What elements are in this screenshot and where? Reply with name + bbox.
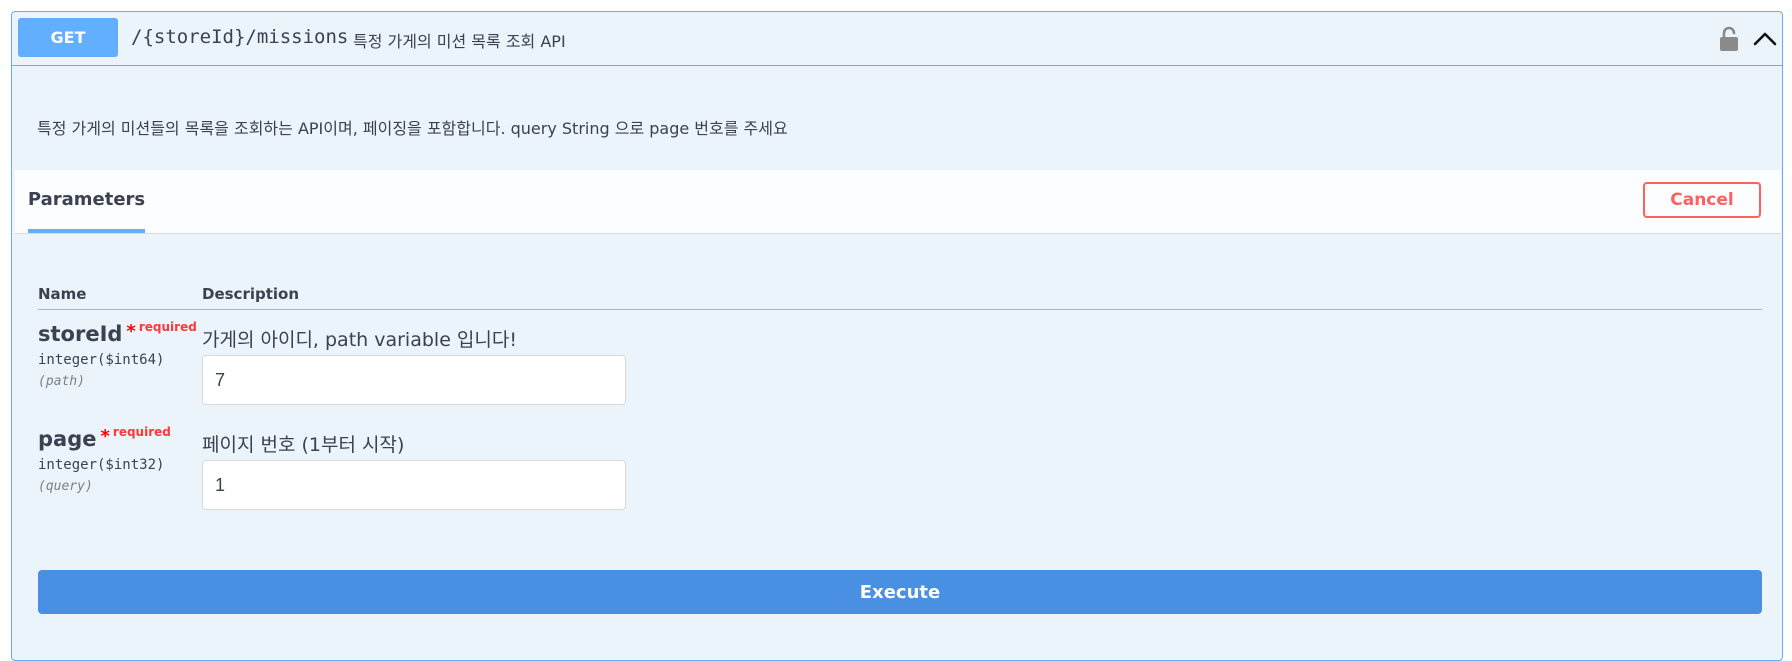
operation-block: GET /{storeId}/missions 특정 가게의 미션 목록 조회 … bbox=[11, 11, 1783, 661]
endpoint-path: /{storeId}/missions bbox=[131, 26, 349, 48]
page-input[interactable] bbox=[202, 460, 626, 510]
chevron-up-icon[interactable] bbox=[1752, 29, 1778, 49]
parameter-type: integer($int32) bbox=[38, 457, 165, 473]
operation-summary-text: 특정 가게의 미션 목록 조회 API bbox=[353, 32, 566, 51]
http-method-badge: GET bbox=[18, 18, 118, 57]
execute-button[interactable]: Execute bbox=[38, 570, 1762, 614]
required-star: * bbox=[100, 426, 110, 447]
parameter-location: (query) bbox=[38, 479, 93, 494]
unlocked-lock-icon[interactable] bbox=[1718, 26, 1740, 52]
parameter-row: page * required integer($int32) (query) bbox=[38, 425, 171, 494]
required-star: * bbox=[126, 321, 136, 342]
storeid-input[interactable] bbox=[202, 355, 626, 405]
parameter-description: 가게의 아이디, path variable 입니다! bbox=[202, 329, 517, 351]
parameter-type: integer($int64) bbox=[38, 352, 165, 368]
operation-summary[interactable]: GET /{storeId}/missions 특정 가게의 미션 목록 조회 … bbox=[12, 12, 1782, 66]
parameter-name-line: page * required bbox=[38, 425, 171, 451]
parameter-location: (path) bbox=[38, 374, 85, 389]
parameter-name: storeId bbox=[38, 322, 123, 346]
parameter-description: 페이지 번호 (1부터 시작) bbox=[202, 434, 405, 456]
table-divider bbox=[38, 309, 1762, 310]
cancel-button[interactable]: Cancel bbox=[1643, 182, 1761, 218]
column-header-name: Name bbox=[38, 285, 87, 303]
column-header-description: Description bbox=[202, 285, 300, 303]
parameters-header: Parameters Cancel bbox=[15, 170, 1781, 234]
required-label: required bbox=[112, 425, 171, 439]
parameter-name-line: storeId * required bbox=[38, 320, 197, 346]
parameter-name: page bbox=[38, 427, 97, 451]
parameter-row: storeId * required integer($int64) (path) bbox=[38, 320, 197, 389]
operation-description: 특정 가게의 미션들의 목록을 조회하는 API이며, 페이징을 포함합니다. … bbox=[37, 119, 788, 138]
tab-parameters[interactable]: Parameters bbox=[28, 170, 145, 233]
required-label: required bbox=[138, 320, 197, 334]
